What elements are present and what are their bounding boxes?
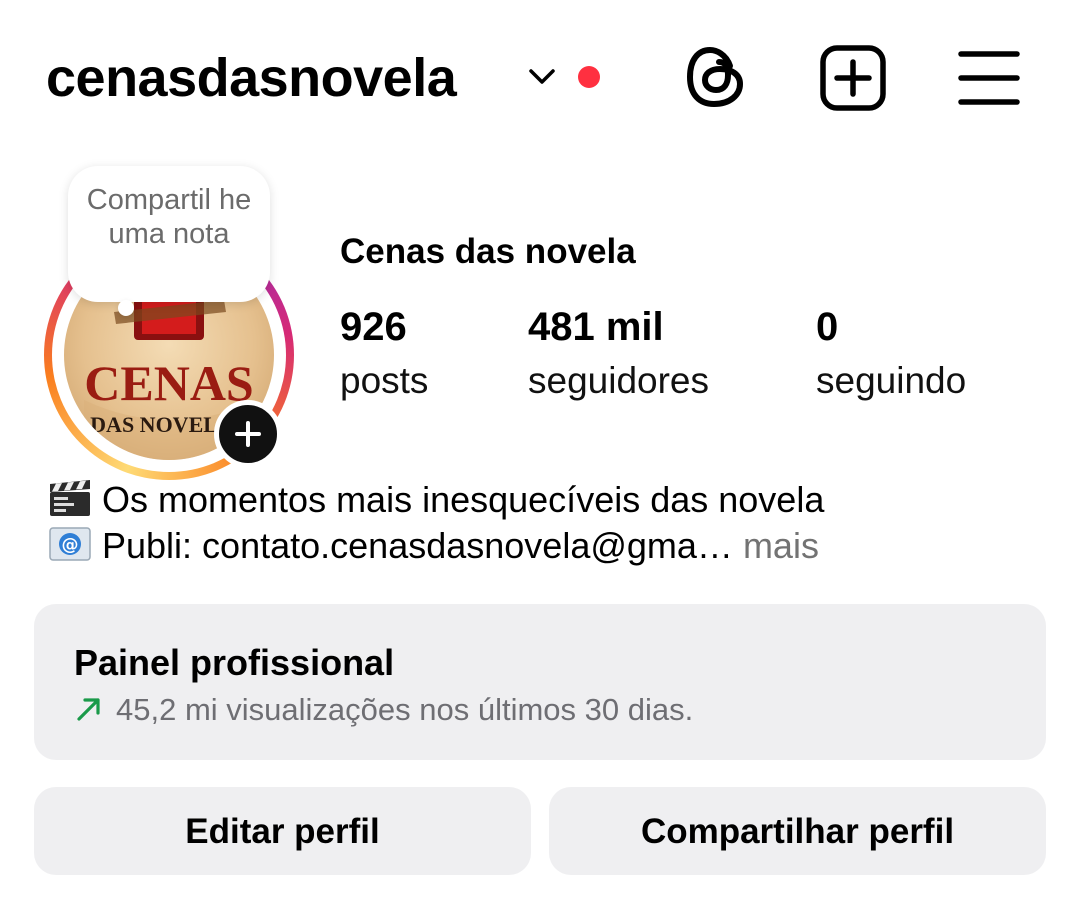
profile-page: cenasdasnovela CENAS DAS NOVELA Comparti… (0, 0, 1080, 917)
note-bubble[interactable]: Compartil he uma nota (68, 166, 270, 302)
svg-text:@: @ (62, 535, 79, 555)
email-emoji-icon: @ (46, 524, 94, 564)
arrow-up-right-icon (74, 694, 104, 724)
chevron-down-icon[interactable] (525, 60, 559, 94)
avatar-logo-line1: CENAS (84, 355, 253, 411)
bio-more-link[interactable]: mais (743, 525, 819, 566)
add-story-button[interactable] (214, 400, 282, 468)
professional-dashboard[interactable]: Painel profissional 45,2 mi visualizaçõe… (34, 604, 1046, 760)
following-stat[interactable]: 0 seguindo (816, 305, 966, 403)
dashboard-subtitle: 45,2 mi visualizações nos últimos 30 dia… (74, 690, 693, 730)
threads-icon[interactable] (686, 44, 746, 110)
edit-profile-button[interactable]: Editar perfil (34, 787, 531, 875)
following-count: 0 (816, 305, 839, 349)
bio-text-2: Publi: contato.cenasdasnovela@gma… (102, 525, 733, 566)
clapperboard-emoji-icon (46, 478, 94, 518)
avatar-logo-line2: DAS NOVELA (90, 412, 234, 437)
dashboard-views-text: 45,2 mi visualizações nos últimos 30 dia… (116, 692, 694, 727)
bio-line: Os momentos mais inesquecíveis das novel… (46, 478, 824, 522)
display-name: Cenas das novela (340, 232, 636, 271)
dashboard-title: Painel profissional (74, 642, 395, 683)
followers-count: 481 mil (528, 305, 664, 349)
note-bubble-tail (118, 300, 134, 316)
followers-stat[interactable]: 481 mil seguidores (528, 305, 709, 403)
bio-text-1: Os momentos mais inesquecíveis das novel… (102, 479, 825, 520)
notification-dot (578, 66, 600, 88)
followers-label: seguidores (528, 360, 710, 401)
posts-stat[interactable]: 926 posts (340, 305, 428, 403)
username-title[interactable]: cenasdasnovela (46, 48, 457, 108)
posts-count: 926 (340, 305, 407, 349)
following-label: seguindo (816, 360, 967, 401)
menu-icon[interactable] (958, 48, 1020, 108)
note-text: Compartil he uma nota (86, 184, 252, 250)
share-profile-button[interactable]: Compartilhar perfil (549, 787, 1046, 875)
add-content-icon[interactable] (820, 45, 886, 111)
bio-line: @ Publi: contato.cenasdasnovela@gma… mai… (46, 524, 819, 568)
posts-label: posts (340, 360, 429, 401)
